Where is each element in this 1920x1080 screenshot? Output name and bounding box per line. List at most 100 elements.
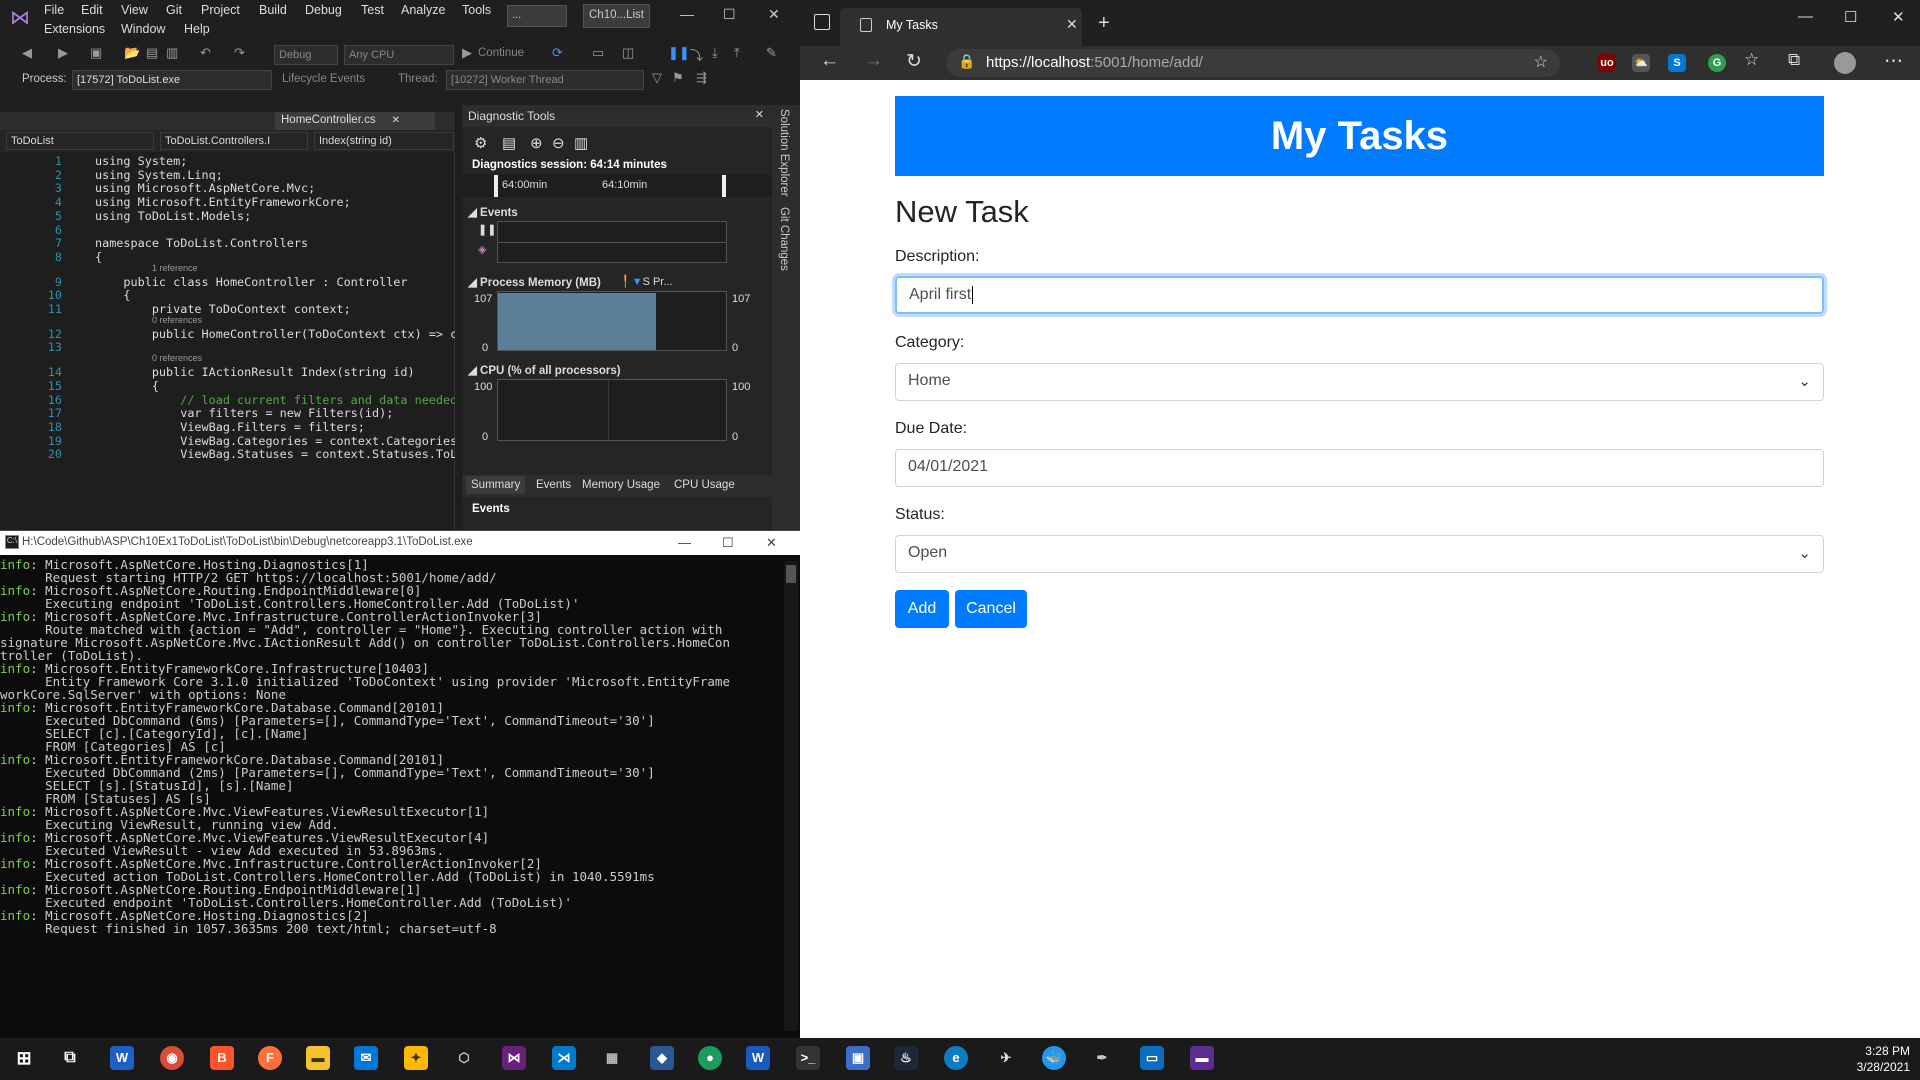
step-out-icon[interactable]: ⤒ (734, 45, 740, 61)
close-icon[interactable]: ✕ (1892, 8, 1905, 26)
steam-icon[interactable]: ♨ (894, 1046, 918, 1070)
app-icon-4[interactable]: ▣ (846, 1046, 870, 1070)
address-bar[interactable]: 🔒 https://localhost:5001/home/add/ ☆ (946, 49, 1560, 77)
timeline-right-handle[interactable] (722, 175, 726, 197)
maximize-icon[interactable]: ☐ (722, 535, 734, 551)
project-nav-dropdown[interactable]: ToDoList (6, 132, 154, 150)
terminal-icon[interactable]: >_ (796, 1046, 820, 1070)
zoom-in-icon[interactable]: ⊕ (530, 134, 543, 152)
minimize-icon[interactable]: — (680, 6, 694, 22)
status-select[interactable]: Open ⌄ (895, 535, 1824, 573)
ublock-icon[interactable]: uo (1598, 54, 1616, 72)
menu-debug[interactable]: Debug (305, 3, 342, 17)
save-icon[interactable]: ▤ (146, 45, 158, 61)
close-icon[interactable]: ✕ (755, 108, 764, 121)
app-icon-7[interactable]: ▭ (1140, 1046, 1164, 1070)
step-over-icon[interactable]: ⤵ (690, 45, 703, 64)
maximize-icon[interactable]: ☐ (723, 6, 736, 23)
cancel-button[interactable]: Cancel (955, 590, 1027, 628)
console-scroll-thumb[interactable] (786, 565, 796, 583)
new-tab-icon[interactable]: + (1098, 12, 1110, 35)
new-project-icon[interactable]: ▣ (90, 45, 102, 61)
tab-cpu-usage[interactable]: CPU Usage (674, 479, 735, 491)
screenshot-icon[interactable]: ◫ (622, 45, 634, 61)
member-nav-dropdown[interactable]: Index(string id) (314, 132, 454, 150)
favorites-icon[interactable]: ☆ (1744, 50, 1759, 70)
menu-edit[interactable]: Edit (81, 3, 103, 17)
profile-avatar[interactable] (1834, 52, 1856, 74)
waterfox-icon[interactable]: W (110, 1046, 134, 1070)
description-input[interactable]: April first (895, 276, 1824, 314)
app-icon-5[interactable]: ✈ (994, 1046, 1018, 1070)
menu-test[interactable]: Test (361, 3, 384, 17)
vs-search-box[interactable]: ...⌕ (507, 5, 1055, 27)
menu-project[interactable]: Project (201, 3, 240, 17)
minimize-icon[interactable]: — (678, 535, 691, 550)
redo-icon[interactable]: ↷ (234, 45, 245, 61)
editor-tab[interactable]: HomeController.cs ✕ (275, 112, 435, 130)
browser-tab[interactable]: My Tasks ✕ (840, 8, 1082, 46)
refresh-icon[interactable]: ↻ (906, 50, 922, 73)
code-reference-hint[interactable]: 1 reference (152, 263, 198, 273)
vscode-icon[interactable]: ⋊ (552, 1046, 576, 1070)
menu-view[interactable]: View (121, 3, 148, 17)
add-button[interactable]: Add (895, 590, 949, 628)
docker-icon[interactable]: 🐳 (1042, 1046, 1066, 1070)
mail-icon[interactable]: ✉ (354, 1046, 378, 1070)
configuration-dropdown[interactable]: Debug (274, 45, 338, 65)
close-icon[interactable]: ✕ (768, 6, 780, 23)
reset-zoom-icon[interactable]: ▥ (574, 134, 588, 152)
app-icon-3[interactable]: ● (698, 1046, 722, 1070)
continue-icon[interactable]: ▶ (462, 45, 472, 61)
save-all-icon[interactable]: ▥ (166, 45, 178, 61)
close-icon[interactable]: ✕ (392, 115, 400, 126)
events-section-label[interactable]: ◢ Events (468, 205, 518, 219)
forward-icon[interactable]: ▶ (58, 45, 68, 61)
type-nav-dropdown[interactable]: ToDoList.Controllers.I (160, 132, 308, 150)
undo-icon[interactable]: ↶ (200, 45, 211, 61)
code-reference-hint[interactable]: 0 references (152, 315, 202, 325)
brave-icon[interactable]: B (210, 1046, 234, 1070)
menu-extensions[interactable]: Extensions (44, 22, 105, 36)
flag-icon[interactable]: ⚑ (672, 70, 684, 86)
menu-file[interactable]: File (44, 3, 64, 17)
task-view-icon[interactable]: ⧉ (58, 1046, 82, 1070)
more-icon[interactable]: ⋯ (1884, 50, 1903, 73)
visual-studio-icon[interactable]: ⋈ (502, 1046, 526, 1070)
restart-icon[interactable]: ⟳ (552, 45, 563, 61)
console-output[interactable]: info: Microsoft.AspNetCore.Hosting.Diagn… (0, 557, 780, 1037)
collections-icon[interactable]: ⧉ (1788, 50, 1800, 70)
forward-icon[interactable]: → (864, 50, 883, 72)
memory-section-label[interactable]: ◢ Process Memory (MB) (468, 275, 601, 289)
chrome-icon[interactable]: ◉ (160, 1046, 184, 1070)
tab-memory-usage[interactable]: Memory Usage (582, 479, 660, 491)
extension-icon[interactable]: ⛅ (1632, 54, 1650, 72)
close-icon[interactable]: ✕ (766, 535, 777, 551)
tab-summary[interactable]: Summary (466, 476, 526, 494)
app-icon-6[interactable]: ✒ (1090, 1046, 1114, 1070)
menu-tools[interactable]: Tools (462, 3, 491, 17)
console-scrollbar[interactable] (784, 561, 798, 1031)
thread-dropdown[interactable]: [10272] Worker Thread (446, 70, 644, 90)
process-dropdown[interactable]: [17572] ToDoList.exe (72, 70, 272, 90)
platform-dropdown[interactable]: Any CPU (344, 45, 454, 65)
grammarly-icon[interactable]: G (1708, 54, 1726, 72)
menu-help[interactable]: Help (184, 22, 210, 36)
filter-icon[interactable]: ▽ (652, 70, 662, 86)
tab-events[interactable]: Events (536, 479, 571, 491)
start-icon[interactable]: ⊞ (12, 1046, 36, 1070)
code-reference-hint[interactable]: 0 references (152, 353, 202, 363)
menu-git[interactable]: Git (166, 3, 182, 17)
tab-solution-explorer[interactable]: Solution Explorer (778, 109, 790, 197)
documents-icon[interactable]: ▦ (600, 1046, 624, 1070)
continue-button[interactable]: Continue (478, 47, 524, 59)
pause-icon[interactable]: ❚❚ (668, 45, 690, 61)
folder-icon[interactable]: ▭ (592, 45, 604, 61)
tab-actions-icon[interactable] (814, 14, 830, 30)
maximize-icon[interactable]: ☐ (1844, 8, 1857, 26)
zoom-out-icon[interactable]: ⊖ (552, 134, 565, 152)
open-icon[interactable]: 📂 (124, 45, 140, 61)
category-select[interactable]: Home ⌄ (895, 363, 1824, 401)
code-area[interactable]: 1 using System; 2 using System.Linq; 3 using … (0, 152, 455, 530)
timeline-left-handle[interactable] (494, 175, 498, 197)
